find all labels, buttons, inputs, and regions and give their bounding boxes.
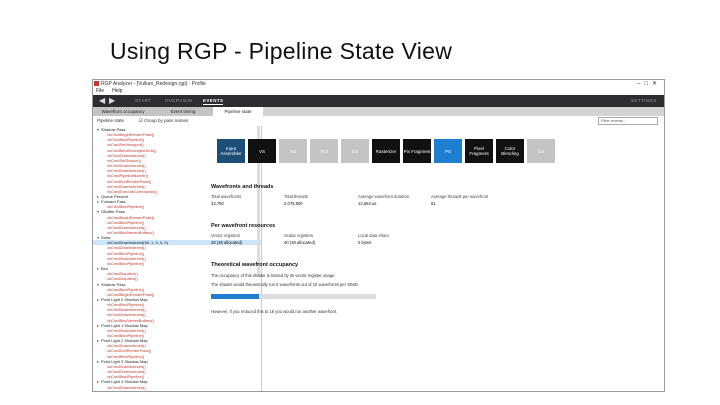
local-data-share-label: Local data share <box>358 233 389 238</box>
pipeline-stage[interactable]: Pixel Fragment <box>465 139 493 163</box>
vector-registers-value: 48 (48 allocated) <box>211 240 243 245</box>
pipeline-state-label: Pipeline state <box>97 118 125 123</box>
window-title: RGP Analyzer - [Vulkan_Redesign.rgp] - P… <box>101 81 206 87</box>
menu-help[interactable]: Help <box>112 88 122 94</box>
sub-tabs: Wavefront occupancy Event timing Pipelin… <box>93 107 664 116</box>
tab-events[interactable]: EVENTS <box>203 98 224 105</box>
tree-label: vkCmdDrawIndexed() <box>107 384 146 390</box>
settings-link[interactable]: SETTINGS <box>631 98 657 103</box>
wavefronts-heading: Wavefronts and threads <box>211 184 274 190</box>
pipeline-stage[interactable]: Color Blending <box>496 139 524 163</box>
pipeline-stage[interactable]: GS <box>341 139 369 163</box>
group-by-pass-checkbox[interactable]: ☑ Group by pass names <box>139 118 188 124</box>
pipeline-stage[interactable]: VS <box>248 139 276 163</box>
pipeline-stage[interactable]: HS <box>279 139 307 163</box>
subtab-pipeline-state[interactable]: Pipeline state <box>213 107 263 116</box>
resources-heading: Per wavefront resources <box>211 223 276 229</box>
app-window: RGP Analyzer - [Vulkan_Redesign.rgp] - P… <box>92 79 665 392</box>
event-tree: ▾ Shadow Pass vkCmdBeginRenderPass() vkCmdB… <box>93 126 262 391</box>
pipeline-stage[interactable]: PS <box>434 139 462 163</box>
pipeline-stage[interactable]: Rasterizer <box>372 139 400 163</box>
occupancy-bar-fill <box>211 294 259 299</box>
back-arrow-icon[interactable]: ◀ <box>99 96 105 105</box>
window-controls: –□✕ <box>637 80 661 87</box>
maximize-icon[interactable]: □ <box>644 81 652 87</box>
local-data-share-value: 0 bytes <box>358 240 372 245</box>
scalar-registers-label: Scalar registers <box>284 233 314 238</box>
close-icon[interactable]: ✕ <box>652 81 661 87</box>
pipeline-stage[interactable]: Input Assembler <box>217 139 245 163</box>
total-wavefronts-label: Total wavefronts <box>211 194 242 199</box>
slide-title: Using RGP - Pipeline State View <box>110 38 453 64</box>
avg-threads-label: Average threads per wavefront <box>431 194 489 199</box>
filter-events-input[interactable]: Filter events... <box>598 117 658 125</box>
pipeline-stage[interactable]: CS <box>527 139 555 163</box>
tree-label: vkCmdBindPipeline() <box>107 260 145 266</box>
occupancy-hint-text: However, if you reduced this to 16 you w… <box>211 309 338 314</box>
total-wavefronts-value: 33,780 <box>211 201 224 206</box>
pipeline-stage[interactable]: TES <box>310 139 338 163</box>
tree-label: vkCmdBindVertexBuffers() <box>107 230 155 235</box>
total-threads-label: Total threads <box>284 194 308 199</box>
tree-event[interactable]: vkCmdDrawIndexed() <box>93 385 146 390</box>
avg-threads-value: 61 <box>431 201 436 206</box>
forward-arrow-icon[interactable]: ▶ <box>109 96 115 105</box>
vector-registers-label: Vector registers <box>211 233 241 238</box>
tab-start[interactable]: START <box>135 98 151 103</box>
total-threads-value: 2,075,900 <box>284 201 303 206</box>
occupancy-bar <box>211 294 376 299</box>
occupancy-limit-text: The occupancy of this shader is limited … <box>211 273 336 278</box>
occupancy-theoretical-text: The shader would theoretically run 5 wav… <box>211 282 359 287</box>
pipeline-stage[interactable]: Pix Fragment <box>403 139 431 163</box>
scalar-registers-value: 40 (48 allocated) <box>284 240 316 245</box>
app-icon <box>94 81 99 86</box>
avg-wavefront-duration-value: 12,654 us <box>358 201 377 206</box>
avg-wavefront-duration-label: Average wavefront duration <box>358 194 410 199</box>
menu-file[interactable]: File <box>96 88 104 94</box>
filter-bar: Pipeline state ☑ Group by pass names Fil… <box>93 116 664 125</box>
nav-bar: ◀ ▶ START OVERVIEW EVENTS SETTINGS <box>93 95 664 107</box>
subtab-wavefront-occupancy[interactable]: Wavefront occupancy <box>93 107 153 116</box>
subtab-event-timing[interactable]: Event timing <box>153 107 213 116</box>
tab-overview[interactable]: OVERVIEW <box>165 98 192 103</box>
occupancy-heading: Theoretical wavefront occupancy <box>211 262 299 268</box>
